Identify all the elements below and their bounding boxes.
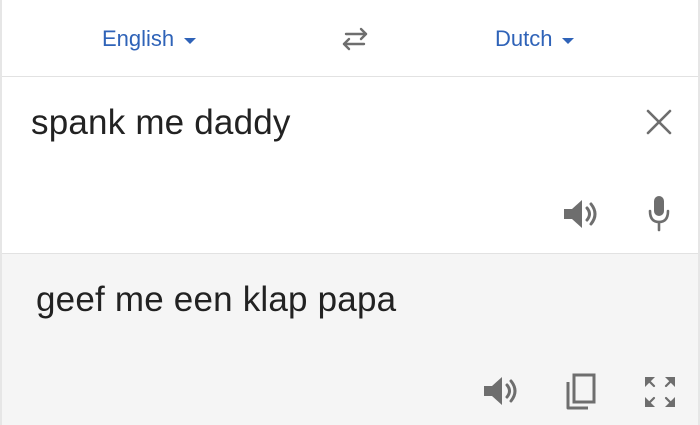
close-icon[interactable] bbox=[642, 105, 676, 139]
speaker-icon[interactable] bbox=[560, 197, 602, 231]
microphone-icon[interactable] bbox=[646, 194, 672, 234]
source-language-label: English bbox=[102, 26, 175, 51]
source-language-selector[interactable]: English bbox=[102, 22, 197, 56]
speaker-icon[interactable] bbox=[480, 374, 522, 408]
source-text-area[interactable]: spank me daddy bbox=[2, 77, 698, 254]
target-dropdown-caret-icon bbox=[562, 37, 575, 44]
swap-arrows-icon[interactable] bbox=[337, 24, 373, 54]
fullscreen-icon[interactable] bbox=[642, 374, 678, 410]
translate-panel: English Dutch spank me daddy geef me een… bbox=[0, 0, 700, 425]
source-text[interactable]: spank me daddy bbox=[31, 103, 291, 143]
language-bar: English Dutch bbox=[2, 0, 698, 77]
translated-text: geef me een klap papa bbox=[36, 280, 397, 319]
target-language-selector[interactable]: Dutch bbox=[495, 22, 575, 56]
source-dropdown-caret-icon bbox=[184, 37, 197, 44]
copy-icon[interactable] bbox=[562, 372, 598, 412]
translation-area: geef me een klap papa bbox=[2, 254, 698, 425]
target-language-label: Dutch bbox=[495, 26, 553, 51]
